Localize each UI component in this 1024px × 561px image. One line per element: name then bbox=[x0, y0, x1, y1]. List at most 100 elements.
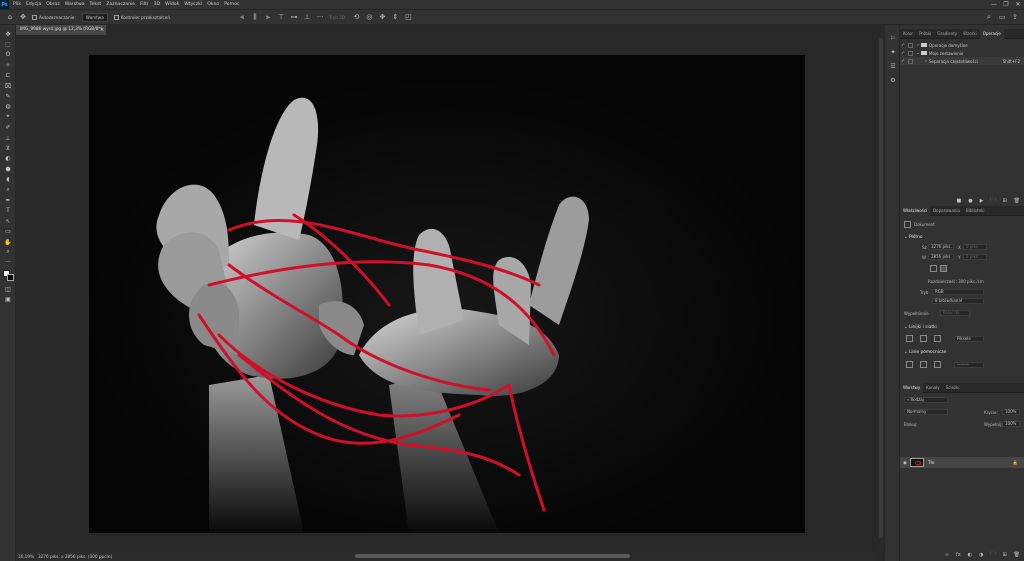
link-layers-icon[interactable]: ∞ bbox=[945, 552, 949, 558]
transform-controls-checkbox[interactable] bbox=[113, 14, 119, 20]
type-tool[interactable]: T bbox=[0, 206, 16, 216]
brush-tool[interactable]: ⌖ bbox=[0, 112, 16, 122]
align-bottom-icon[interactable]: ⊥ bbox=[303, 13, 311, 21]
action-row[interactable]: ✓ › Separacja częstotliwości Shift+F2 bbox=[900, 57, 1024, 65]
marquee-tool[interactable]: ⬚ bbox=[0, 39, 16, 49]
vertical-scroll-thumb[interactable] bbox=[879, 38, 883, 538]
layer-filter-dropdown[interactable]: ⌕ Rodzaj bbox=[904, 397, 948, 403]
zoom-level[interactable]: 16,19% bbox=[18, 554, 34, 559]
guide-style-dropdown[interactable]: ——— bbox=[954, 362, 984, 368]
guide-options-icon[interactable] bbox=[934, 361, 941, 368]
canvas-section-header[interactable]: ⌄ Płótno bbox=[904, 235, 922, 240]
menu-type[interactable]: Tekst bbox=[90, 2, 102, 7]
align-left-icon[interactable]: ⫷ bbox=[238, 13, 246, 21]
edit-toolbar-button[interactable]: ··· bbox=[0, 258, 16, 268]
guide-layout-icon[interactable] bbox=[906, 361, 913, 368]
tab-actions[interactable]: Operacje bbox=[979, 28, 1004, 39]
workspace-icon[interactable]: ▭ bbox=[998, 13, 1006, 21]
tab-swatches[interactable]: Próbki bbox=[916, 29, 934, 39]
tab-color[interactable]: Kolor bbox=[900, 29, 916, 39]
width-field[interactable]: 3276 piks. bbox=[928, 244, 954, 250]
history-panel-icon[interactable]: ⚐ bbox=[885, 31, 901, 45]
info-panel-icon[interactable]: ☰ bbox=[885, 59, 901, 73]
menu-help[interactable]: Pomoc bbox=[224, 2, 239, 7]
bit-depth-dropdown[interactable]: 8 bitów/kanał bbox=[932, 298, 984, 304]
portrait-orientation-icon[interactable] bbox=[930, 265, 937, 272]
menu-plugins[interactable]: Wtyczki bbox=[184, 2, 202, 7]
dialog-toggle[interactable] bbox=[908, 50, 913, 56]
close-window-button[interactable]: ✕ bbox=[1012, 1, 1024, 8]
more-options-icon[interactable]: ··· bbox=[316, 13, 324, 21]
tab-patterns[interactable]: Wzorki bbox=[960, 29, 980, 39]
fill-dropdown[interactable]: Kolor tła bbox=[940, 310, 970, 316]
menu-layer[interactable]: Warstwa bbox=[65, 2, 85, 7]
clone-stamp-tool[interactable]: ✐ bbox=[0, 123, 16, 133]
orbit-3d-icon[interactable]: ⟲ bbox=[352, 13, 360, 21]
horizontal-scroll-thumb[interactable] bbox=[355, 554, 630, 558]
delete-layer-icon[interactable]: 🗑 bbox=[1014, 552, 1020, 558]
path-selection-tool[interactable]: ↖ bbox=[0, 216, 16, 226]
landscape-orientation-icon[interactable] bbox=[940, 265, 947, 272]
share-icon[interactable]: ⇪ bbox=[1011, 13, 1019, 21]
quick-select-tool[interactable]: ✧ bbox=[0, 60, 16, 70]
crop-tool[interactable]: ⊏ bbox=[0, 71, 16, 81]
align-right-icon[interactable]: ⫸ bbox=[264, 13, 272, 21]
menu-file[interactable]: Plik bbox=[13, 2, 21, 7]
pen-tool[interactable]: ✒ bbox=[0, 195, 16, 205]
new-guide-icon[interactable] bbox=[920, 361, 927, 368]
photoshop-logo[interactable]: Ps bbox=[0, 0, 9, 9]
move-tool-icon[interactable]: ✥ bbox=[19, 13, 27, 21]
ruler-icon[interactable] bbox=[906, 335, 913, 342]
menu-filter[interactable]: Filtr bbox=[140, 2, 149, 7]
action-set-row[interactable]: ✓ ⌄ Moje zestawienie bbox=[900, 49, 1024, 57]
eyedropper-tool[interactable]: ✎ bbox=[0, 91, 16, 101]
menu-edit[interactable]: Edycja bbox=[26, 2, 41, 7]
blend-mode-dropdown[interactable]: Normalny bbox=[904, 409, 948, 415]
action-set-row[interactable]: ✓ › Operacje domyślne bbox=[900, 41, 1024, 49]
opacity-field[interactable]: 100% bbox=[1002, 409, 1020, 415]
search-icon[interactable]: ⌕ bbox=[985, 13, 993, 21]
guides-section-header[interactable]: ⌄ Linie pomocnicze bbox=[904, 350, 946, 355]
height-field[interactable]: 2856 piks. bbox=[928, 254, 954, 260]
guides-icon[interactable] bbox=[934, 335, 941, 342]
play-icon[interactable]: ▶ bbox=[980, 198, 984, 204]
blur-tool[interactable]: ⬢ bbox=[0, 164, 16, 174]
check-icon[interactable]: ✓ bbox=[900, 43, 906, 48]
menu-view[interactable]: Widok bbox=[165, 2, 179, 7]
grid-icon[interactable] bbox=[920, 335, 927, 342]
menu-window[interactable]: Okno bbox=[207, 2, 219, 7]
add-mask-icon[interactable]: ◐ bbox=[968, 552, 972, 558]
eye-icon[interactable]: ◉ bbox=[900, 460, 910, 465]
lasso-tool[interactable]: ʘ bbox=[0, 50, 16, 60]
document-canvas[interactable] bbox=[89, 55, 805, 533]
ruler-unit-dropdown[interactable]: Piksele bbox=[954, 336, 984, 342]
tab-channels[interactable]: Kanały bbox=[923, 383, 943, 393]
zoom-lens-tool[interactable]: ⌕ bbox=[0, 185, 16, 195]
tab-gradients[interactable]: Gradienty bbox=[934, 29, 960, 39]
color-swatches[interactable] bbox=[0, 268, 16, 284]
menu-3d[interactable]: 3D bbox=[154, 2, 160, 7]
menu-select[interactable]: Zaznaczanie bbox=[106, 2, 135, 7]
x-field[interactable]: 0 piks. bbox=[963, 244, 987, 250]
layer-name[interactable]: Tło bbox=[928, 460, 934, 465]
frame-tool[interactable]: ⌧ bbox=[0, 81, 16, 91]
slide-3d-icon[interactable]: ⇕ bbox=[391, 13, 399, 21]
tab-paths[interactable]: Ścieżki bbox=[943, 383, 963, 393]
align-middle-icon[interactable]: ⊶ bbox=[290, 13, 298, 21]
healing-brush-tool[interactable]: ◍ bbox=[0, 102, 16, 112]
align-top-icon[interactable]: ⊤ bbox=[277, 13, 285, 21]
new-layer-icon[interactable]: ⊞ bbox=[1002, 552, 1006, 558]
new-action-icon[interactable]: ⊞ bbox=[1002, 198, 1006, 204]
rulers-section-header[interactable]: ⌄ Linijki i siatki bbox=[904, 325, 937, 330]
hand-tool[interactable]: ✋ bbox=[0, 237, 16, 247]
plugins-panel-icon[interactable]: ⚙ bbox=[885, 73, 901, 87]
dialog-toggle[interactable] bbox=[908, 42, 913, 48]
align-center-icon[interactable]: ⫼ bbox=[251, 13, 259, 21]
layer-style-icon[interactable]: fx bbox=[956, 552, 961, 558]
tab-layers[interactable]: Warstwy bbox=[900, 382, 924, 393]
drag-3d-icon[interactable]: ✥ bbox=[378, 13, 386, 21]
move-tool[interactable]: ✥ bbox=[0, 29, 16, 39]
auto-select-checkbox[interactable] bbox=[32, 14, 37, 20]
record-icon[interactable]: ● bbox=[968, 198, 972, 204]
eraser-tool[interactable]: ⊻ bbox=[0, 143, 16, 153]
